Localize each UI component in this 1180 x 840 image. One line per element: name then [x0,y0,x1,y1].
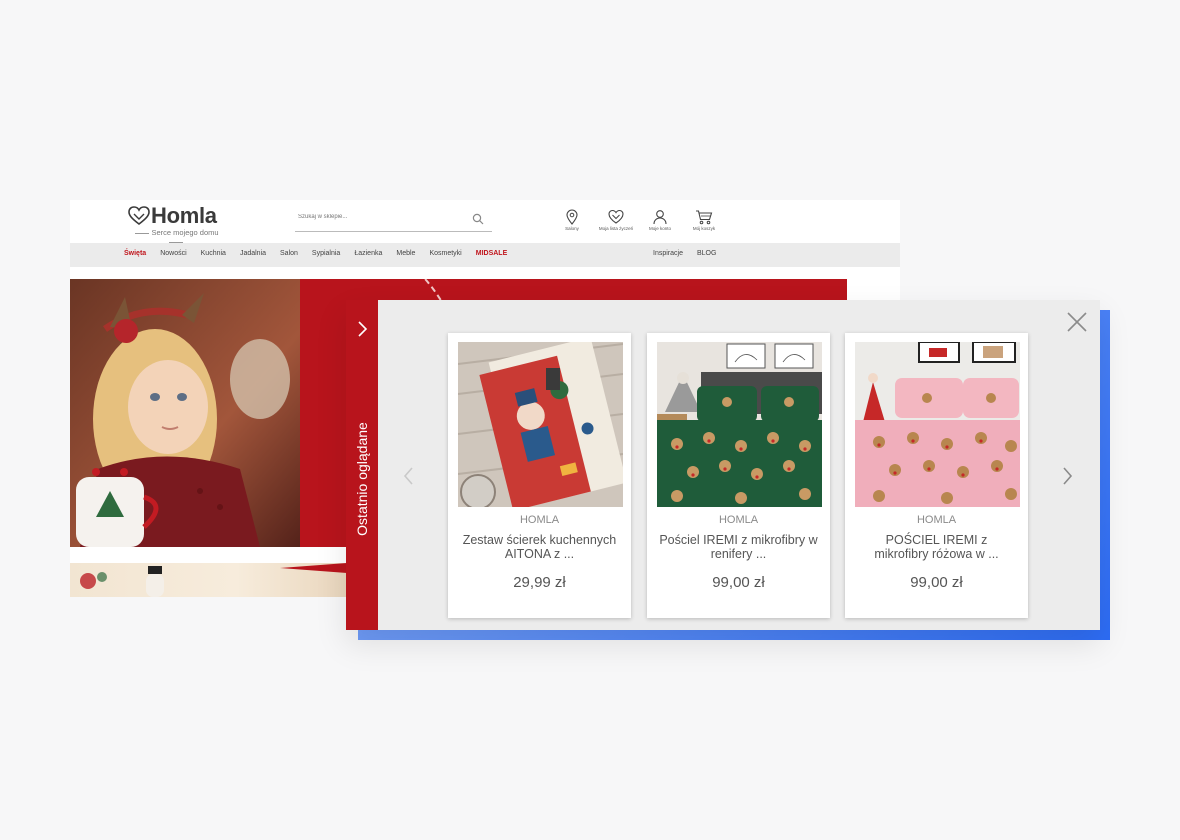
account-link[interactable]: Moje konto [638,209,682,231]
wishlist-label: Moja lista życzeń [598,226,634,231]
nav-item-kuchnia[interactable]: Kuchnia [201,250,226,257]
search-bar [295,211,492,232]
product-price: 99,00 zł [712,574,765,591]
close-icon[interactable] [1065,310,1089,334]
nav-item-inspiracje[interactable]: Inspiracje [653,250,683,257]
stores-link[interactable]: Salony [550,209,594,231]
heart-logo-icon [128,206,150,226]
nav-item-kosmetyki[interactable]: Kosmetyki [429,250,461,257]
chevron-right-icon [358,321,368,337]
product-card[interactable]: HOMLA POŚCIEL IREMI z mikrofibry różowa … [845,333,1028,618]
recently-viewed-tab[interactable]: Ostatnio oglądane [346,300,378,630]
cart-label: Mój koszyk [692,226,716,231]
nav-item-midsale[interactable]: MIDSALE [476,250,508,257]
hero-photo-girl-with-mug [70,279,300,547]
product-title[interactable]: Zestaw ścierek kuchennych AITONA z ... [460,533,619,561]
product-title[interactable]: Pościel IREMI z mikrofibry w renifery ..… [659,533,818,561]
product-brand: HOMLA [519,514,560,526]
product-image-green-reindeer-bedding [657,342,822,507]
stores-label: Salony [565,226,579,231]
main-navigation: Święta Nowości Kuchnia Jadalnia Salon Sy… [70,243,900,267]
product-image-kitchen-towels [458,342,623,507]
recently-viewed-panel: Ostatnio oglądane HOMLA Zestaw ścierek k… [346,300,1100,630]
store-header: Homla Serce mojego domu Salony [70,200,900,243]
nav-item-nowosci[interactable]: Nowości [160,250,186,257]
nav-item-salon[interactable]: Salon [280,250,298,257]
header-icons: Salony Moja lista życzeń Moje konto Mój … [550,209,726,231]
nav-item-sypialnia[interactable]: Sypialnia [312,250,340,257]
secondary-banner[interactable] [70,563,347,597]
carousel-next-arrow-icon[interactable] [1061,465,1075,487]
search-icon[interactable] [472,213,484,225]
homla-logo[interactable]: Homla Serce mojego domu [128,203,228,239]
nav-item-meble[interactable]: Meble [396,250,415,257]
nav-item-lazienka[interactable]: Łazienka [354,250,382,257]
logo-text: Homla [151,203,217,228]
cart-link[interactable]: Mój koszyk [682,209,726,231]
nav-item-swieta[interactable]: Święta [124,250,146,257]
product-image-pink-reindeer-bedding [855,342,1020,507]
nav-item-blog[interactable]: BLOG [697,250,716,257]
product-title[interactable]: POŚCIEL IREMI z mikrofibry różowa w ... [857,533,1016,561]
christmas-decor-strip [80,563,347,597]
location-pin-icon [566,209,578,225]
product-card[interactable]: HOMLA Zestaw ścierek kuchennych AITONA z… [448,333,631,618]
nav-item-jadalnia[interactable]: Jadalnia [240,250,266,257]
account-label: Moje konto [648,226,671,231]
heart-icon [608,209,624,224]
product-price: 29,99 zł [513,574,566,591]
product-brand: HOMLA [718,514,759,526]
carousel-prev-arrow-icon[interactable] [401,465,415,487]
search-input[interactable] [298,214,463,220]
recently-viewed-label: Ostatnio oglądane [354,422,370,536]
product-card[interactable]: HOMLA Pościel IREMI z mikrofibry w renif… [647,333,830,618]
cart-icon [696,210,713,225]
product-brand: HOMLA [916,514,957,526]
product-price: 99,00 zł [910,574,963,591]
wishlist-link[interactable]: Moja lista życzeń [594,209,638,231]
user-icon [653,210,667,225]
